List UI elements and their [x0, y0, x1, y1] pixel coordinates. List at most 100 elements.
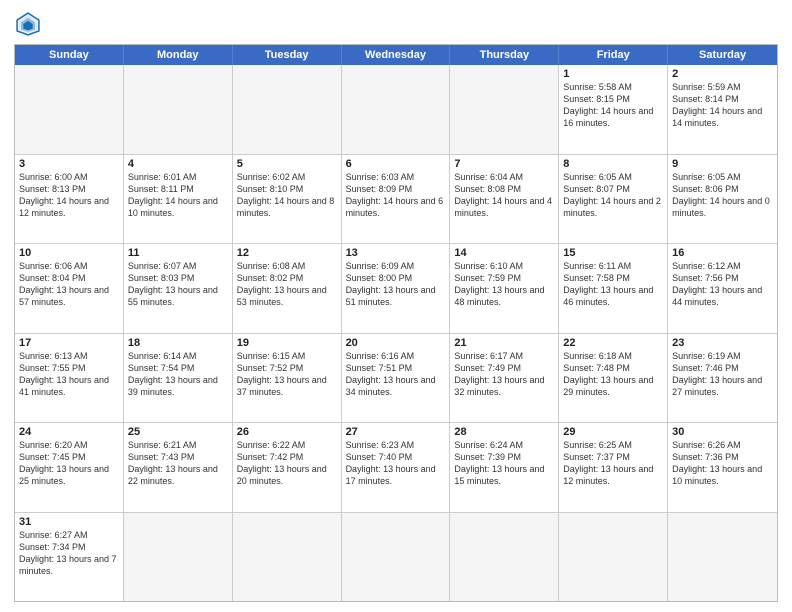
cal-row: 17Sunrise: 6:13 AM Sunset: 7:55 PM Dayli… — [15, 333, 777, 423]
day-info: Sunrise: 6:26 AM Sunset: 7:36 PM Dayligh… — [672, 439, 773, 488]
cal-cell: 29Sunrise: 6:25 AM Sunset: 7:37 PM Dayli… — [559, 423, 668, 512]
cal-row: 1Sunrise: 5:58 AM Sunset: 8:15 PM Daylig… — [15, 65, 777, 154]
cal-cell: 19Sunrise: 6:15 AM Sunset: 7:52 PM Dayli… — [233, 334, 342, 423]
day-number: 12 — [237, 247, 337, 259]
day-info: Sunrise: 6:25 AM Sunset: 7:37 PM Dayligh… — [563, 439, 663, 488]
day-info: Sunrise: 5:58 AM Sunset: 8:15 PM Dayligh… — [563, 81, 663, 130]
day-number: 23 — [672, 337, 773, 349]
cal-cell — [233, 513, 342, 602]
cal-cell: 9Sunrise: 6:05 AM Sunset: 8:06 PM Daylig… — [668, 155, 777, 244]
cal-cell: 26Sunrise: 6:22 AM Sunset: 7:42 PM Dayli… — [233, 423, 342, 512]
day-info: Sunrise: 6:12 AM Sunset: 7:56 PM Dayligh… — [672, 260, 773, 309]
day-info: Sunrise: 6:21 AM Sunset: 7:43 PM Dayligh… — [128, 439, 228, 488]
day-info: Sunrise: 6:27 AM Sunset: 7:34 PM Dayligh… — [19, 529, 119, 578]
cal-cell: 28Sunrise: 6:24 AM Sunset: 7:39 PM Dayli… — [450, 423, 559, 512]
cal-cell: 13Sunrise: 6:09 AM Sunset: 8:00 PM Dayli… — [342, 244, 451, 333]
cal-cell: 6Sunrise: 6:03 AM Sunset: 8:09 PM Daylig… — [342, 155, 451, 244]
day-info: Sunrise: 6:15 AM Sunset: 7:52 PM Dayligh… — [237, 350, 337, 399]
cal-cell: 12Sunrise: 6:08 AM Sunset: 8:02 PM Dayli… — [233, 244, 342, 333]
cal-cell: 14Sunrise: 6:10 AM Sunset: 7:59 PM Dayli… — [450, 244, 559, 333]
calendar-header: SundayMondayTuesdayWednesdayThursdayFrid… — [15, 45, 777, 65]
generalblue-logo-icon — [14, 10, 42, 38]
day-info: Sunrise: 6:14 AM Sunset: 7:54 PM Dayligh… — [128, 350, 228, 399]
day-number: 21 — [454, 337, 554, 349]
cal-cell: 8Sunrise: 6:05 AM Sunset: 8:07 PM Daylig… — [559, 155, 668, 244]
cal-row: 3Sunrise: 6:00 AM Sunset: 8:13 PM Daylig… — [15, 154, 777, 244]
cal-header-day: Tuesday — [233, 45, 342, 65]
day-info: Sunrise: 6:20 AM Sunset: 7:45 PM Dayligh… — [19, 439, 119, 488]
cal-cell — [559, 513, 668, 602]
day-info: Sunrise: 6:24 AM Sunset: 7:39 PM Dayligh… — [454, 439, 554, 488]
calendar: SundayMondayTuesdayWednesdayThursdayFrid… — [14, 44, 778, 602]
day-number: 4 — [128, 158, 228, 170]
cal-header-day: Wednesday — [342, 45, 451, 65]
logo — [14, 10, 46, 38]
day-info: Sunrise: 6:22 AM Sunset: 7:42 PM Dayligh… — [237, 439, 337, 488]
day-number: 7 — [454, 158, 554, 170]
day-number: 20 — [346, 337, 446, 349]
page: SundayMondayTuesdayWednesdayThursdayFrid… — [0, 0, 792, 612]
day-number: 5 — [237, 158, 337, 170]
cal-cell: 30Sunrise: 6:26 AM Sunset: 7:36 PM Dayli… — [668, 423, 777, 512]
cal-cell: 31Sunrise: 6:27 AM Sunset: 7:34 PM Dayli… — [15, 513, 124, 602]
day-info: Sunrise: 6:03 AM Sunset: 8:09 PM Dayligh… — [346, 171, 446, 220]
cal-cell — [342, 65, 451, 154]
day-info: Sunrise: 6:08 AM Sunset: 8:02 PM Dayligh… — [237, 260, 337, 309]
cal-header-day: Saturday — [668, 45, 777, 65]
day-info: Sunrise: 6:06 AM Sunset: 8:04 PM Dayligh… — [19, 260, 119, 309]
day-info: Sunrise: 6:02 AM Sunset: 8:10 PM Dayligh… — [237, 171, 337, 220]
day-info: Sunrise: 6:19 AM Sunset: 7:46 PM Dayligh… — [672, 350, 773, 399]
cal-cell: 16Sunrise: 6:12 AM Sunset: 7:56 PM Dayli… — [668, 244, 777, 333]
day-info: Sunrise: 6:01 AM Sunset: 8:11 PM Dayligh… — [128, 171, 228, 220]
cal-cell — [450, 65, 559, 154]
cal-cell: 3Sunrise: 6:00 AM Sunset: 8:13 PM Daylig… — [15, 155, 124, 244]
day-info: Sunrise: 6:07 AM Sunset: 8:03 PM Dayligh… — [128, 260, 228, 309]
day-info: Sunrise: 6:23 AM Sunset: 7:40 PM Dayligh… — [346, 439, 446, 488]
cal-cell: 1Sunrise: 5:58 AM Sunset: 8:15 PM Daylig… — [559, 65, 668, 154]
day-number: 15 — [563, 247, 663, 259]
day-number: 28 — [454, 426, 554, 438]
day-info: Sunrise: 6:00 AM Sunset: 8:13 PM Dayligh… — [19, 171, 119, 220]
day-number: 26 — [237, 426, 337, 438]
day-number: 9 — [672, 158, 773, 170]
day-info: Sunrise: 5:59 AM Sunset: 8:14 PM Dayligh… — [672, 81, 773, 130]
cal-cell — [342, 513, 451, 602]
day-number: 1 — [563, 68, 663, 80]
cal-cell: 21Sunrise: 6:17 AM Sunset: 7:49 PM Dayli… — [450, 334, 559, 423]
cal-cell: 24Sunrise: 6:20 AM Sunset: 7:45 PM Dayli… — [15, 423, 124, 512]
cal-cell: 17Sunrise: 6:13 AM Sunset: 7:55 PM Dayli… — [15, 334, 124, 423]
day-number: 30 — [672, 426, 773, 438]
cal-cell: 7Sunrise: 6:04 AM Sunset: 8:08 PM Daylig… — [450, 155, 559, 244]
cal-cell: 5Sunrise: 6:02 AM Sunset: 8:10 PM Daylig… — [233, 155, 342, 244]
cal-cell — [668, 513, 777, 602]
day-info: Sunrise: 6:04 AM Sunset: 8:08 PM Dayligh… — [454, 171, 554, 220]
day-number: 22 — [563, 337, 663, 349]
cal-header-day: Monday — [124, 45, 233, 65]
day-info: Sunrise: 6:05 AM Sunset: 8:06 PM Dayligh… — [672, 171, 773, 220]
cal-cell: 11Sunrise: 6:07 AM Sunset: 8:03 PM Dayli… — [124, 244, 233, 333]
day-number: 6 — [346, 158, 446, 170]
cal-row: 10Sunrise: 6:06 AM Sunset: 8:04 PM Dayli… — [15, 243, 777, 333]
day-number: 8 — [563, 158, 663, 170]
cal-cell — [15, 65, 124, 154]
cal-cell — [233, 65, 342, 154]
day-number: 29 — [563, 426, 663, 438]
day-number: 17 — [19, 337, 119, 349]
day-number: 24 — [19, 426, 119, 438]
day-number: 3 — [19, 158, 119, 170]
cal-cell: 15Sunrise: 6:11 AM Sunset: 7:58 PM Dayli… — [559, 244, 668, 333]
day-info: Sunrise: 6:17 AM Sunset: 7:49 PM Dayligh… — [454, 350, 554, 399]
cal-cell: 2Sunrise: 5:59 AM Sunset: 8:14 PM Daylig… — [668, 65, 777, 154]
cal-cell — [124, 513, 233, 602]
cal-cell: 25Sunrise: 6:21 AM Sunset: 7:43 PM Dayli… — [124, 423, 233, 512]
day-info: Sunrise: 6:13 AM Sunset: 7:55 PM Dayligh… — [19, 350, 119, 399]
cal-header-day: Thursday — [450, 45, 559, 65]
cal-cell: 20Sunrise: 6:16 AM Sunset: 7:51 PM Dayli… — [342, 334, 451, 423]
day-number: 11 — [128, 247, 228, 259]
day-info: Sunrise: 6:16 AM Sunset: 7:51 PM Dayligh… — [346, 350, 446, 399]
cal-cell: 23Sunrise: 6:19 AM Sunset: 7:46 PM Dayli… — [668, 334, 777, 423]
header — [14, 10, 778, 38]
cal-cell: 27Sunrise: 6:23 AM Sunset: 7:40 PM Dayli… — [342, 423, 451, 512]
cal-row: 31Sunrise: 6:27 AM Sunset: 7:34 PM Dayli… — [15, 512, 777, 602]
day-info: Sunrise: 6:10 AM Sunset: 7:59 PM Dayligh… — [454, 260, 554, 309]
